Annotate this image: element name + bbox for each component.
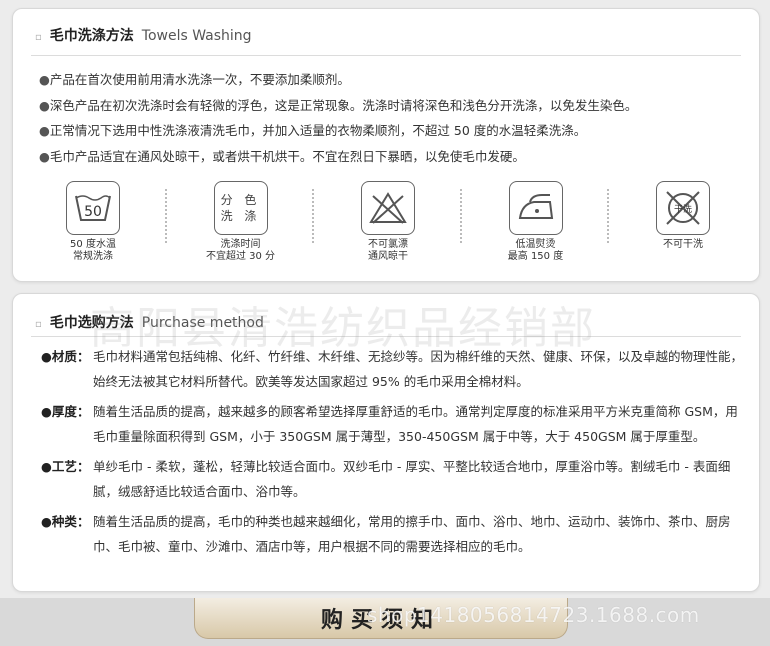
care-caption: 不可氯漂 通风晾干	[368, 239, 408, 262]
svg-text:干洗: 干洗	[674, 203, 692, 215]
wash-50-icon: 50	[66, 181, 120, 235]
washing-title-en: Towels Washing	[141, 28, 252, 44]
care-separator	[164, 189, 169, 243]
care-no-dryclean: 干洗 不可干洗	[633, 181, 733, 251]
purchase-method-panel: ▫ 毛巾选购方法 Purchase method ●材质： 毛巾材料通常包括纯棉…	[12, 293, 760, 592]
washing-divider	[31, 55, 741, 56]
purchase-item: ●工艺： 单纱毛巾 - 柔软，蓬松，轻薄比较适合面巾。双纱毛巾 - 厚实、平整比…	[41, 454, 745, 504]
washing-bullet: ●产品在首次使用前用清水洗涤一次，不要添加柔顺剂。	[39, 72, 350, 87]
low-iron-icon	[508, 181, 563, 235]
do-not-bleach-icon	[361, 181, 415, 235]
purchase-item-text: 随着生活品质的提高，越来越多的顾客希望选择厚重舒适的毛巾。通常判定厚度的标准采用…	[93, 404, 738, 444]
header-dot-icon: ▫	[35, 32, 42, 43]
url-watermark: shop1418056814723.1688.com	[367, 603, 700, 627]
washing-header: ▫ 毛巾洗涤方法 Towels Washing	[35, 25, 252, 45]
purchase-item-label: ●工艺：	[41, 459, 90, 474]
purchase-item-text: 随着生活品质的提高，毛巾的种类也越来越细化，常用的擦手巾、面巾、浴巾、地巾、运动…	[93, 514, 731, 554]
purchase-list: ●材质： 毛巾材料通常包括纯棉、化纤、竹纤维、木纤维、无捻纱等。因为棉纤维的天然…	[41, 344, 745, 564]
care-low-iron: 低温熨烫 最高 150 度	[486, 181, 586, 263]
purchase-item-label: ●种类：	[41, 514, 90, 529]
purchase-item-text: 毛巾材料通常包括纯棉、化纤、竹纤维、木纤维、无捻纱等。因为棉纤维的天然、健康、环…	[93, 349, 744, 389]
purchase-header: ▫ 毛巾选购方法 Purchase method	[35, 312, 264, 332]
washing-bullet: ●深色产品在初次洗涤时会有轻微的浮色，这是正常现象。洗涤时请将深色和浅色分开洗涤…	[39, 97, 638, 113]
towel-washing-panel: ▫ 毛巾洗涤方法 Towels Washing ●产品在首次使用前用清水洗涤一次…	[12, 8, 760, 282]
purchase-title-en: Purchase method	[141, 315, 264, 331]
purchase-title-cn: 毛巾选购方法	[49, 315, 134, 331]
care-caption: 50 度水温 常规洗涤	[70, 239, 116, 262]
do-not-dryclean-icon: 干洗	[656, 181, 710, 235]
care-wash-50: 50 50 度水温 常规洗涤	[43, 181, 143, 263]
wash-separately-icon: 分 色 洗 涤	[213, 181, 268, 235]
care-caption: 低温熨烫 最高 150 度	[507, 239, 564, 262]
header-dot-icon: ▫	[35, 319, 42, 330]
purchase-divider	[31, 336, 741, 337]
washing-instructions: ●产品在首次使用前用清水洗涤一次，不要添加柔顺剂。 ●深色产品在初次洗涤时会有轻…	[39, 67, 739, 169]
washing-bullet: ●正常情况下选用中性洗涤液清洗毛巾，并加入适量的衣物柔顺剂，不超过 50 度的水…	[39, 123, 587, 138]
care-wash-separately: 分 色 洗 涤 洗涤时间 不宜超过 30 分	[191, 181, 291, 263]
washing-bullet: ●毛巾产品适宜在通风处晾干，或者烘干机烘干。不宜在烈日下暴晒，以免使毛巾发硬。	[39, 148, 525, 164]
purchase-item-label: ●材质：	[41, 349, 90, 364]
care-caption: 洗涤时间 不宜超过 30 分	[205, 239, 276, 262]
purchase-item: ●厚度： 随着生活品质的提高，越来越多的顾客希望选择厚重舒适的毛巾。通常判定厚度…	[41, 399, 745, 449]
washing-title-cn: 毛巾洗涤方法	[49, 28, 134, 44]
purchase-item-text: 单纱毛巾 - 柔软，蓬松，轻薄比较适合面巾。双纱毛巾 - 厚实、平整比较适合地巾…	[93, 459, 731, 499]
care-caption: 不可干洗	[663, 239, 703, 250]
purchase-item: ●材质： 毛巾材料通常包括纯棉、化纤、竹纤维、木纤维、无捻纱等。因为棉纤维的天然…	[41, 344, 745, 394]
care-icons-row: 50 50 度水温 常规洗涤 分 色 洗 涤 洗涤时间 不宜超过 30 分 不可…	[43, 181, 733, 281]
care-separator	[312, 189, 316, 243]
care-separator	[459, 189, 464, 243]
purchase-item: ●种类： 随着生活品质的提高，毛巾的种类也越来越细化，常用的擦手巾、面巾、浴巾、…	[41, 509, 745, 559]
care-no-bleach: 不可氯漂 通风晾干	[338, 181, 438, 263]
care-separator	[607, 189, 611, 243]
purchase-item-label: ●厚度：	[41, 404, 90, 419]
svg-text:50: 50	[84, 204, 102, 220]
